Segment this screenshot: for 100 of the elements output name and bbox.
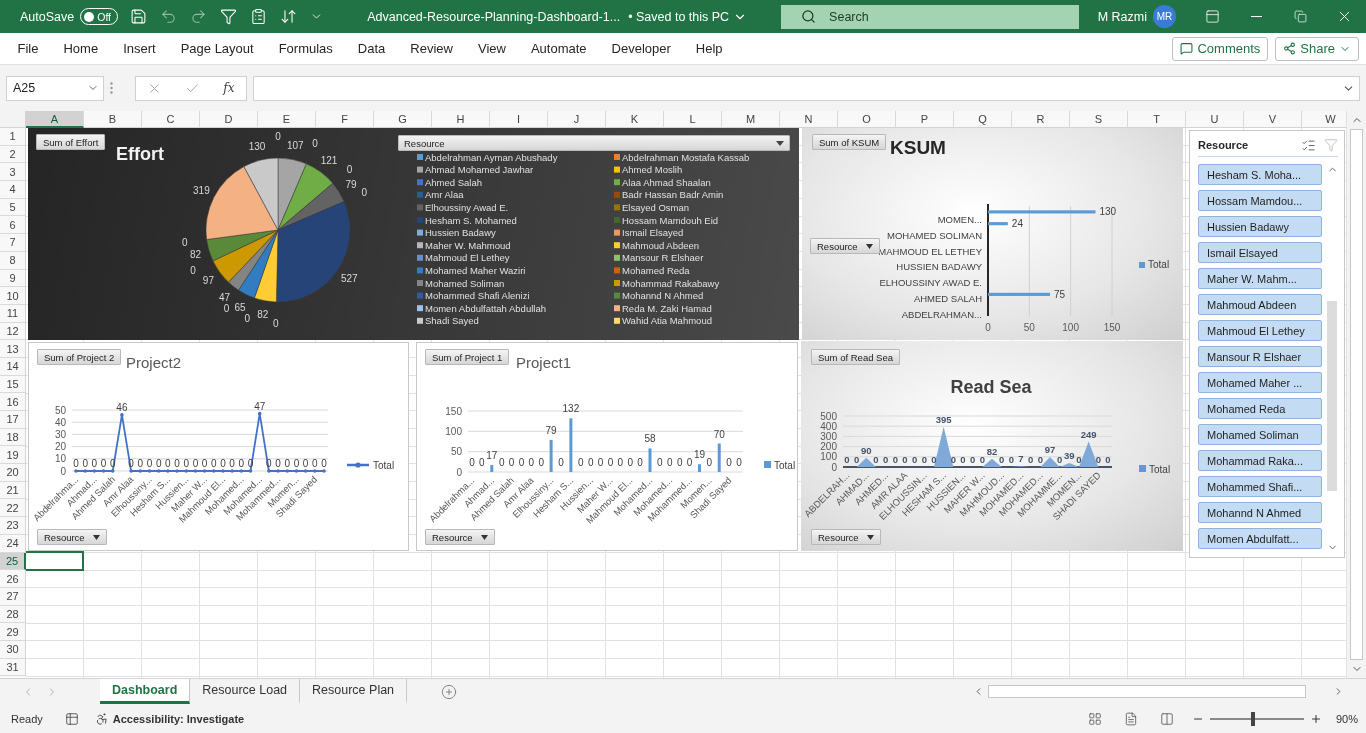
row-header[interactable]: 13	[0, 340, 26, 358]
menu-item[interactable]: Automate	[518, 33, 600, 64]
menu-item[interactable]: View	[465, 33, 519, 64]
formula-input[interactable]	[253, 75, 1360, 101]
column-header[interactable]: O	[838, 111, 896, 128]
slicer-item[interactable]: Mohamed Soliman	[1198, 424, 1322, 445]
search-field[interactable]: Search	[781, 4, 1080, 29]
slicer-item[interactable]: Mansour R Elshaer	[1198, 346, 1322, 367]
save-icon[interactable]	[130, 8, 148, 25]
user-avatar[interactable]: MR	[1153, 5, 1176, 28]
column-header[interactable]: K	[606, 111, 664, 128]
scroll-thumb[interactable]	[1327, 301, 1337, 491]
column-header[interactable]: M	[722, 111, 780, 128]
menu-item[interactable]: Review	[397, 33, 466, 64]
axis-field-button[interactable]: Resource	[37, 529, 107, 545]
row-header[interactable]: 10	[0, 287, 26, 305]
column-header[interactable]: T	[1128, 111, 1186, 128]
menu-item[interactable]: Formulas	[266, 33, 346, 64]
scroll-thumb[interactable]	[988, 685, 1306, 698]
column-header[interactable]: N	[780, 111, 838, 128]
row-header[interactable]: 20	[0, 464, 26, 482]
menu-item[interactable]: Data	[345, 33, 398, 64]
menu-item[interactable]: Help	[683, 33, 736, 64]
row-header[interactable]: 3	[0, 163, 26, 182]
row-header[interactable]: 17	[0, 411, 26, 429]
slicer-item[interactable]: Mohamed Reda	[1198, 398, 1322, 419]
sheet-tab[interactable]: Dashboard	[100, 679, 191, 704]
legend-field-button[interactable]: Resource	[398, 135, 790, 151]
zoom-level[interactable]: 90%	[1335, 712, 1358, 725]
menu-item[interactable]: Developer	[599, 33, 684, 64]
filter-icon[interactable]	[220, 8, 238, 25]
column-header[interactable]: B	[84, 111, 142, 128]
page-break-icon[interactable]	[1159, 711, 1174, 726]
column-header[interactable]: E	[258, 111, 316, 128]
column-header[interactable]: F	[316, 111, 374, 128]
column-header[interactable]: R	[1012, 111, 1070, 128]
slicer-item[interactable]: Mohammad Raka...	[1198, 450, 1322, 471]
menu-item[interactable]: Insert	[110, 33, 169, 64]
column-header[interactable]: J	[548, 111, 606, 128]
menu-item[interactable]: Page Layout	[168, 33, 267, 64]
clipboard-icon[interactable]	[250, 8, 268, 25]
column-header[interactable]: S	[1070, 111, 1128, 128]
macro-icon[interactable]	[64, 711, 79, 726]
menu-item[interactable]: File	[5, 33, 51, 64]
field-button[interactable]: Sum of Project 2	[37, 349, 122, 365]
column-header[interactable]: C	[142, 111, 200, 128]
field-button[interactable]: Sum of KSUM	[812, 134, 887, 150]
column-header[interactable]: G	[374, 111, 432, 128]
redo-icon[interactable]	[190, 8, 208, 25]
share-button[interactable]: Share	[1275, 36, 1359, 61]
zoom-in-icon[interactable]	[1309, 712, 1322, 725]
column-header[interactable]: A	[26, 111, 84, 128]
slicer-item[interactable]: Mohannd N Ahmed	[1198, 502, 1322, 523]
sort-icon[interactable]	[280, 8, 298, 25]
slicer-item[interactable]: Mohammed Shafi...	[1198, 476, 1322, 497]
slider-thumb[interactable]	[1251, 711, 1256, 726]
slicer-item[interactable]: Momen Abdulfatt...	[1198, 528, 1322, 549]
field-button[interactable]: Sum of Project 1	[425, 349, 510, 365]
row-header[interactable]: 29	[0, 623, 26, 641]
slicer-item[interactable]: Hossam Mamdou...	[1198, 190, 1322, 211]
column-header[interactable]: Q	[954, 111, 1012, 128]
column-header[interactable]: L	[664, 111, 722, 128]
menu-item[interactable]: Home	[50, 33, 111, 64]
row-header[interactable]: 23	[0, 517, 26, 535]
undo-icon[interactable]	[160, 8, 178, 25]
insert-function-button[interactable]: fx	[223, 81, 235, 95]
row-header[interactable]: 19	[0, 446, 26, 465]
slicer-item[interactable]: Maher W. Mahm...	[1198, 268, 1322, 289]
column-header[interactable]: H	[432, 111, 490, 128]
row-header[interactable]: 4	[0, 181, 26, 199]
name-box[interactable]: A25	[6, 75, 104, 101]
column-header[interactable]: D	[200, 111, 258, 128]
row-header[interactable]: 1	[0, 128, 26, 146]
column-header[interactable]: U	[1186, 111, 1244, 128]
slicer-item[interactable]: Mahmoud Abdeen	[1198, 294, 1322, 315]
axis-field-button[interactable]: Resource	[811, 529, 881, 545]
normal-view-icon[interactable]	[1087, 711, 1102, 726]
vertical-scrollbar[interactable]	[1346, 111, 1366, 678]
row-header[interactable]: 16	[0, 393, 26, 411]
slicer-item[interactable]: Mahmoud El Lethey	[1198, 320, 1322, 341]
multi-select-icon[interactable]	[1301, 137, 1316, 153]
row-header[interactable]: 7	[0, 234, 26, 252]
column-header[interactable]: V	[1244, 111, 1302, 128]
field-button[interactable]: Sum of Read Sea	[811, 349, 900, 365]
slicer-item[interactable]: Ismail Elsayed	[1198, 242, 1322, 263]
comments-button[interactable]: Comments	[1172, 36, 1269, 61]
axis-field-button[interactable]: Resource	[810, 238, 880, 254]
row-header[interactable]: 22	[0, 499, 26, 518]
row-header[interactable]: 26	[0, 570, 26, 588]
row-header[interactable]: 6	[0, 216, 26, 235]
column-header[interactable]: P	[896, 111, 954, 128]
save-status[interactable]: • Saved to this PC	[624, 9, 752, 24]
cell-grid[interactable]	[26, 128, 1346, 678]
axis-field-button[interactable]: Resource	[425, 529, 495, 545]
accessibility-icon[interactable]	[94, 711, 109, 726]
accessibility-status[interactable]: Accessibility: Investigate	[112, 712, 245, 725]
scroll-thumb[interactable]	[1350, 129, 1363, 660]
slicer-item[interactable]: Hesham S. Moha...	[1198, 164, 1322, 185]
column-header[interactable]: I	[490, 111, 548, 128]
field-button[interactable]: Sum of Effort	[36, 134, 106, 150]
